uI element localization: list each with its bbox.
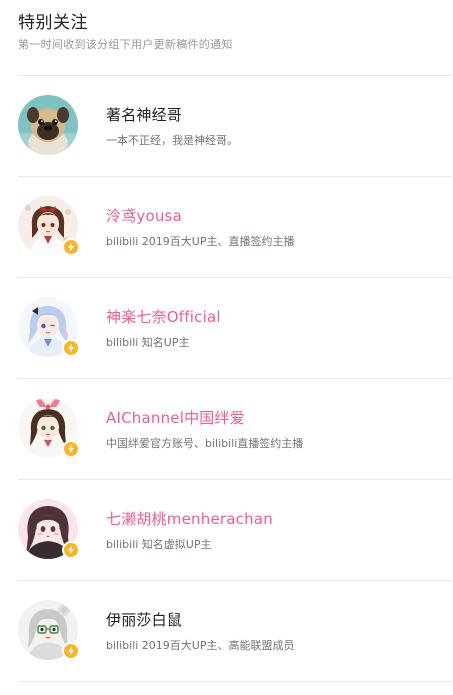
list-item[interactable]: AIChannel中国绊爱 中国绊爱官方账号、bilibili直播签约主播 — [18, 379, 452, 480]
verified-badge — [62, 238, 80, 256]
lightning-icon — [68, 646, 74, 656]
verified-badge — [62, 440, 80, 458]
list-item[interactable]: 伊丽莎白鼠 bilibili 2019百大UP主、高能联盟成员 — [18, 581, 452, 682]
page-subtitle: 第一时间收到该分组下用户更新稿件的通知 — [18, 38, 233, 51]
avatar-wrap[interactable] — [18, 196, 80, 256]
verified-badge — [62, 339, 80, 357]
avatar-wrap[interactable] — [18, 499, 80, 559]
user-description: bilibili 知名虚拟UP主 — [106, 538, 212, 551]
lightning-icon — [68, 242, 74, 252]
lightning-icon — [68, 343, 74, 353]
user-name[interactable]: 神楽七奈Official — [106, 306, 221, 328]
avatar-wrap[interactable] — [18, 95, 78, 155]
verified-badge — [62, 642, 80, 660]
user-description: 一本不正经，我是神经哥。 — [106, 134, 238, 147]
following-list: 著名神经哥 一本不正经，我是神经哥。 泠鸢yousa bilibili 2019… — [18, 76, 452, 682]
user-description: bilibili 知名UP主 — [106, 336, 190, 349]
page-header: 特别关注 第一时间收到该分组下用户更新稿件的通知 — [18, 10, 452, 53]
avatar-wrap[interactable] — [18, 600, 80, 660]
avatar-wrap[interactable] — [18, 398, 80, 458]
user-name[interactable]: 七濑胡桃menherachan — [106, 508, 273, 530]
list-item[interactable]: 著名神经哥 一本不正经，我是神经哥。 — [18, 76, 452, 177]
user-description: 中国绊爱官方账号、bilibili直播签约主播 — [106, 437, 304, 450]
list-item[interactable]: 泠鸢yousa bilibili 2019百大UP主、直播签约主播 — [18, 177, 452, 278]
user-description: bilibili 2019百大UP主、直播签约主播 — [106, 235, 295, 248]
lightning-icon — [68, 444, 74, 454]
avatar-wrap[interactable] — [18, 297, 80, 357]
lightning-icon — [68, 545, 74, 555]
user-name[interactable]: 著名神经哥 — [106, 104, 182, 126]
user-description: bilibili 2019百大UP主、高能联盟成员 — [106, 639, 295, 652]
page-title: 特别关注 — [18, 13, 88, 33]
verified-badge — [62, 541, 80, 559]
user-name[interactable]: 伊丽莎白鼠 — [106, 609, 182, 631]
avatar[interactable] — [18, 95, 78, 155]
list-item[interactable]: 七濑胡桃menherachan bilibili 知名虚拟UP主 — [18, 480, 452, 581]
user-name[interactable]: 泠鸢yousa — [106, 205, 182, 227]
user-name[interactable]: AIChannel中国绊爱 — [106, 407, 245, 429]
list-item[interactable]: 神楽七奈Official bilibili 知名UP主 — [18, 278, 452, 379]
